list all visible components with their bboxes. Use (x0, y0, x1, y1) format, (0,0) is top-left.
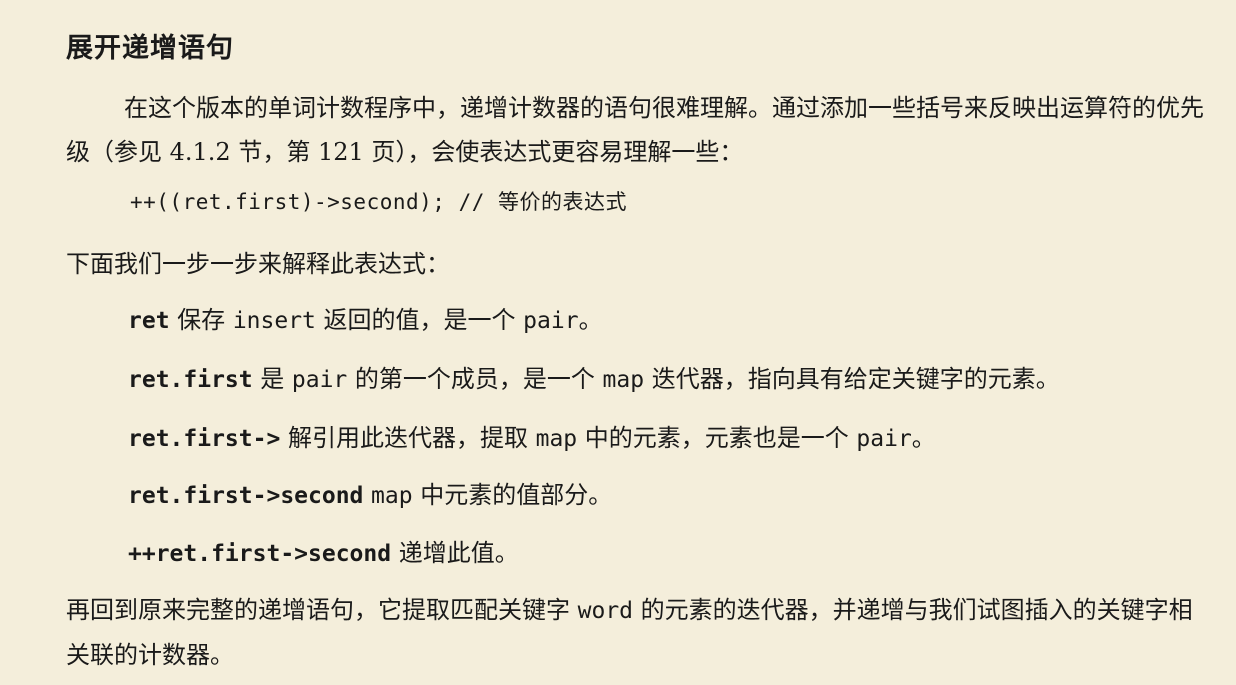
section-heading: 展开递增语句 (66, 33, 234, 64)
item-code: insert (232, 308, 316, 334)
explain-item-ret: ret 保存 insert 返回的值，是一个 pair。 (128, 304, 603, 337)
item-term: ret.first->second (128, 483, 364, 509)
item-text: 迭代器，指向具有给定关键字的元素。 (644, 365, 1060, 393)
item-code: pair (523, 308, 579, 334)
item-code: pair (856, 426, 912, 452)
code-example: ++((ret.first)->second); // 等价的表达式 (130, 190, 628, 214)
book-page: 展开递增语句 在这个版本的单词计数程序中，递增计数器的语句很难理解。通过添加一些… (0, 0, 1236, 685)
item-text: 是 (252, 365, 292, 393)
conclusion-paragraph: 再回到原来完整的递增语句，它提取匹配关键字 word 的元素的迭代器，并递增与我… (66, 588, 1216, 677)
item-text (363, 481, 371, 509)
conclusion-code: word (577, 598, 634, 624)
item-text: 返回的值，是一个 (315, 306, 524, 334)
item-text: 中元素的值部分。 (412, 481, 613, 509)
item-text: 保存 (169, 306, 233, 334)
item-code: pair (291, 367, 348, 393)
explain-item-increment: ++ret.first->second 递增此值。 (128, 537, 519, 570)
item-text: 的第一个成员，是一个 (347, 365, 603, 393)
explain-item-ret-first-arrow: ret.first-> 解引用此迭代器，提取 map 中的元素，元素也是一个 p… (128, 422, 936, 455)
item-term: ret.first (128, 367, 253, 393)
item-text: 。 (911, 424, 936, 452)
item-term: ret (128, 308, 170, 334)
item-text: 中的元素，元素也是一个 (577, 424, 857, 452)
item-term: ++ret.first->second (128, 541, 392, 567)
explain-item-ret-first: ret.first 是 pair 的第一个成员，是一个 map 迭代器，指向具有… (128, 363, 1060, 396)
item-code: map (371, 483, 413, 509)
item-code: map (602, 367, 645, 393)
explain-intro: 下面我们一步一步来解释此表达式： (66, 250, 450, 278)
item-code: map (535, 426, 578, 452)
explain-item-ret-first-second: ret.first->second map 中元素的值部分。 (128, 479, 612, 512)
item-text: 。 (578, 306, 603, 334)
conclusion-text: 再回到原来完整的递增语句，它提取匹配关键字 (66, 596, 578, 624)
intro-paragraph: 在这个版本的单词计数程序中，递增计数器的语句很难理解。通过添加一些括号来反映出运… (66, 94, 1204, 166)
item-term: ret.first-> (128, 426, 281, 452)
item-text: 递增此值。 (391, 539, 519, 567)
item-text: 解引用此迭代器，提取 (280, 424, 536, 452)
